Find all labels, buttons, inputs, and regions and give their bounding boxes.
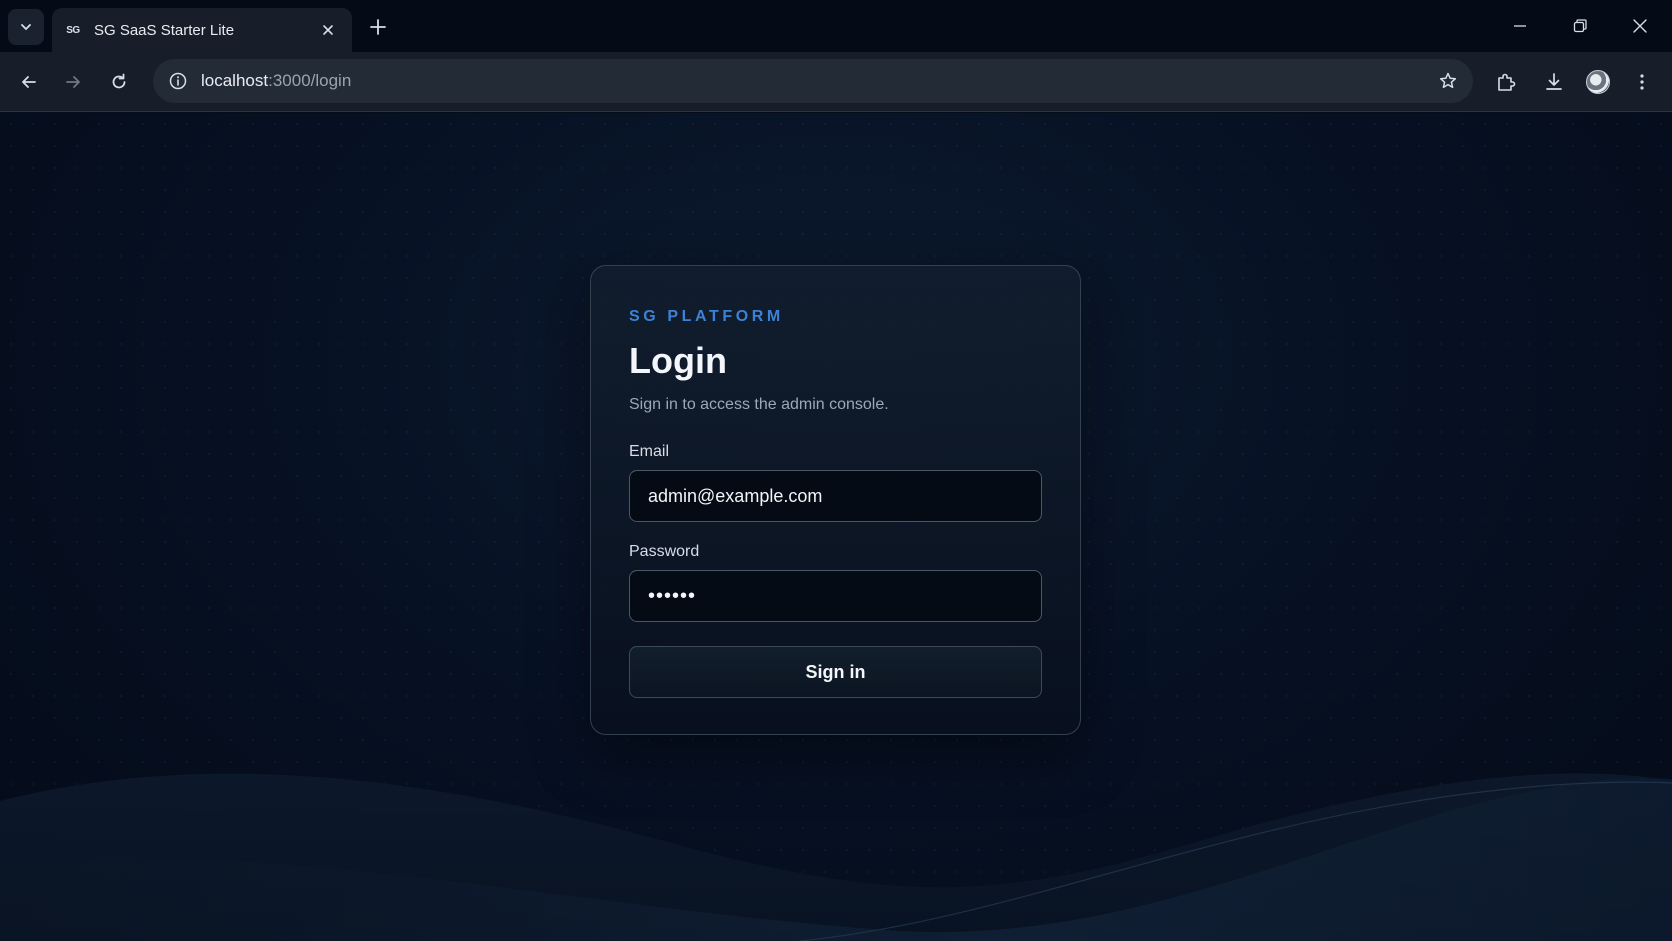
plus-icon (370, 19, 386, 35)
new-tab-button[interactable] (364, 13, 392, 41)
login-card: SG PLATFORM Login Sign in to access the … (590, 265, 1081, 735)
extensions-button[interactable] (1490, 66, 1522, 98)
restore-icon (1573, 19, 1587, 33)
email-field[interactable]: admin@example.com (629, 470, 1042, 522)
close-icon (1633, 19, 1647, 33)
profile-button[interactable] (1582, 66, 1614, 98)
close-icon (323, 25, 333, 35)
kebab-menu-icon (1640, 74, 1644, 90)
browser-tabstrip: SG SG SaaS Starter Lite (0, 0, 1672, 52)
tab-search-button[interactable] (8, 9, 44, 45)
puzzle-icon (1498, 73, 1516, 91)
arrow-left-icon (22, 76, 36, 88)
url-text: localhost:3000/login (201, 71, 351, 91)
tab-title: SG SaaS Starter Lite (94, 21, 235, 39)
reload-button[interactable] (103, 66, 135, 98)
window-restore-button[interactable] (1560, 10, 1600, 42)
browser-tab-active[interactable]: SG SG SaaS Starter Lite (52, 8, 352, 52)
address-bar[interactable]: localhost:3000/login (153, 59, 1473, 103)
arrow-right-icon (66, 76, 80, 88)
password-field[interactable]: •••••• (629, 570, 1042, 622)
tab-favicon: SG (66, 24, 80, 36)
email-label: Email (629, 443, 670, 460)
back-button[interactable] (13, 66, 45, 98)
info-icon (169, 72, 187, 90)
browser-toolbar: localhost:3000/login (0, 52, 1672, 112)
avatar-icon (1586, 70, 1610, 94)
brand-eyebrow: SG PLATFORM (629, 308, 784, 325)
bookmark-button[interactable] (1435, 68, 1461, 94)
tab-close-button[interactable] (316, 18, 340, 42)
reload-icon (112, 73, 126, 89)
download-icon (1546, 73, 1562, 90)
browser-menu-button[interactable] (1626, 66, 1658, 98)
site-info-button[interactable] (165, 68, 191, 94)
minimize-icon (1514, 25, 1526, 27)
chevron-down-icon (21, 24, 31, 31)
page-title: Login (629, 340, 727, 381)
forward-button[interactable] (57, 66, 89, 98)
url-path: :3000/login (268, 71, 352, 90)
downloads-button[interactable] (1538, 66, 1570, 98)
window-close-button[interactable] (1620, 10, 1660, 42)
star-icon (1439, 72, 1457, 89)
url-host: localhost (201, 71, 269, 90)
password-label: Password (629, 543, 700, 560)
wave-decoration (0, 773, 1672, 941)
page-subtitle: Sign in to access the admin console. (629, 396, 889, 413)
window-minimize-button[interactable] (1500, 10, 1540, 42)
sign-in-button[interactable]: Sign in (629, 646, 1042, 698)
login-page: SG PLATFORM Login Sign in to access the … (0, 113, 1672, 941)
